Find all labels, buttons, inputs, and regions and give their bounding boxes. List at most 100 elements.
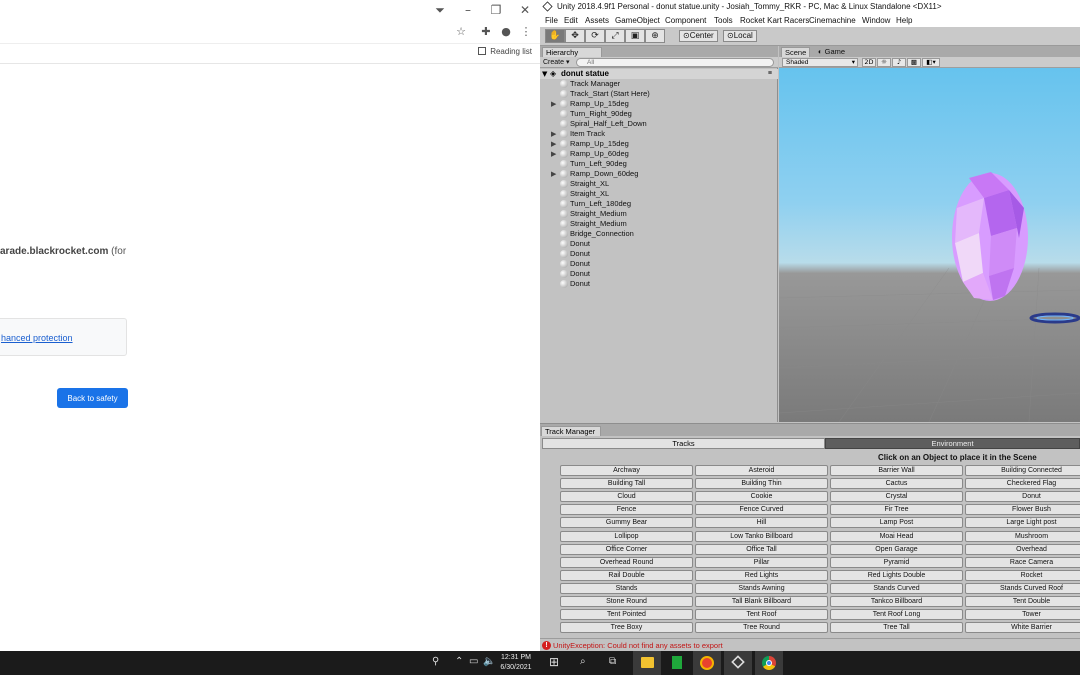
scene-options-icon[interactable]: ≡: [768, 69, 772, 79]
object-button-hill[interactable]: Hill: [695, 517, 828, 529]
expand-arrow-icon[interactable]: ▶: [551, 169, 556, 179]
menu-tools[interactable]: Tools: [714, 16, 733, 25]
hierarchy-item[interactable]: ▶ Ramp_Up_15deg: [540, 99, 778, 109]
console-error-message[interactable]: UnityException: Could not find any asset…: [553, 641, 723, 650]
profile-dropdown-icon[interactable]: ⏷: [432, 2, 448, 18]
object-button-tent-roof[interactable]: Tent Roof: [695, 609, 828, 621]
pivot-local-button[interactable]: ⊙Local: [723, 30, 757, 42]
menu-file[interactable]: File: [545, 16, 558, 25]
object-button-tankco-billboard[interactable]: Tankco Billboard: [830, 596, 963, 607]
hand-tool-icon[interactable]: ✋: [545, 29, 565, 43]
object-button-office-corner[interactable]: Office Corner: [560, 543, 693, 555]
reading-list-button[interactable]: Reading list: [478, 47, 532, 56]
hierarchy-item[interactable]: Track Manager: [540, 79, 778, 89]
rect-tool-icon[interactable]: ▣: [625, 29, 645, 43]
bookmark-star-icon[interactable]: ☆: [453, 24, 469, 40]
tray-overflow-icon[interactable]: ⌃: [455, 656, 463, 667]
object-button-fence[interactable]: Fence: [560, 504, 693, 516]
object-button-cactus[interactable]: Cactus: [830, 478, 963, 490]
minimize-icon[interactable]: –: [460, 2, 476, 18]
hierarchy-item[interactable]: Turn_Left_90deg: [540, 159, 778, 169]
object-button-tree-tall[interactable]: Tree Tall: [830, 622, 963, 634]
object-button-stands-curved[interactable]: Stands Curved: [830, 582, 963, 594]
enhanced-protection-link[interactable]: hanced protection: [1, 333, 73, 343]
hierarchy-item[interactable]: Straight_Medium: [540, 209, 778, 219]
object-button-building-thin[interactable]: Building Thin: [695, 478, 828, 490]
object-button-building-tall[interactable]: Building Tall: [560, 478, 693, 490]
menu-component[interactable]: Component: [665, 16, 706, 25]
task-view-icon[interactable]: ⧉: [609, 656, 616, 667]
object-button-crystal[interactable]: Crystal: [830, 491, 963, 503]
object-button-cloud[interactable]: Cloud: [560, 491, 693, 503]
object-button-pyramid[interactable]: Pyramid: [830, 556, 963, 568]
tab-scene[interactable]: Scene: [781, 47, 811, 57]
hierarchy-item[interactable]: Straight_XL: [540, 179, 778, 189]
object-button-low-tanko-billboard[interactable]: Low Tanko Billboard: [695, 530, 828, 542]
menu-rocket-kart-racers[interactable]: Rocket Kart Racers: [740, 16, 809, 25]
hierarchy-item[interactable]: Track_Start (Start Here): [540, 89, 778, 99]
object-button-red-lights[interactable]: Red Lights: [695, 569, 828, 581]
object-button-stone-round[interactable]: Stone Round: [560, 596, 693, 607]
hierarchy-item[interactable]: Straight_XL: [540, 189, 778, 199]
toggle-2d-button[interactable]: 2D: [862, 58, 876, 67]
restore-icon[interactable]: ❐: [488, 2, 504, 18]
hierarchy-search-input[interactable]: All: [576, 58, 774, 67]
expand-arrow-icon[interactable]: ▼: [542, 69, 547, 79]
hierarchy-item[interactable]: Donut: [540, 239, 778, 249]
close-icon[interactable]: ✕: [517, 2, 533, 18]
hierarchy-scene-root[interactable]: ▼ ◈ donut statue ≡: [540, 69, 778, 79]
transform-tool-icon[interactable]: ⊕: [645, 29, 665, 43]
menu-cinemachine[interactable]: Cinemachine: [809, 16, 856, 25]
object-button-tent-double[interactable]: Tent Double: [965, 596, 1080, 607]
object-button-overhead-round[interactable]: Overhead Round: [560, 556, 693, 568]
hierarchy-create-button[interactable]: Create ▾: [543, 58, 569, 66]
menu-edit[interactable]: Edit: [564, 16, 578, 25]
object-button-pillar[interactable]: Pillar: [695, 556, 828, 568]
object-button-mushroom[interactable]: Mushroom: [965, 530, 1080, 542]
object-button-overhead[interactable]: Overhead: [965, 543, 1080, 555]
tab-environment[interactable]: Environment: [825, 438, 1080, 449]
hierarchy-item[interactable]: Turn_Right_90deg: [540, 109, 778, 119]
object-button-fir-tree[interactable]: Fir Tree: [830, 504, 963, 516]
object-button-white-barrier[interactable]: White Barrier: [965, 622, 1080, 634]
hierarchy-item[interactable]: Donut: [540, 279, 778, 289]
object-button-large-light-post[interactable]: Large Light post: [965, 517, 1080, 529]
expand-arrow-icon[interactable]: ▶: [551, 129, 556, 139]
object-button-lamp-post[interactable]: Lamp Post: [830, 517, 963, 529]
gizmo-visibility-icon[interactable]: ◧▾: [922, 58, 940, 67]
hierarchy-item[interactable]: Donut: [540, 259, 778, 269]
start-windows-icon[interactable]: ⊞: [549, 655, 559, 669]
hierarchy-item[interactable]: Donut: [540, 249, 778, 259]
object-button-moai-head[interactable]: Moai Head: [830, 530, 963, 542]
menu-window[interactable]: Window: [862, 16, 890, 25]
hierarchy-item[interactable]: Donut: [540, 269, 778, 279]
hierarchy-item[interactable]: Straight_Medium: [540, 219, 778, 229]
move-tool-icon[interactable]: ✥: [565, 29, 585, 43]
lighting-toggle-icon[interactable]: ☼: [877, 58, 891, 67]
taskbar-clock[interactable]: 12:31 PM 6/30/2021: [496, 653, 536, 673]
hierarchy-item[interactable]: Turn_Left_180deg: [540, 199, 778, 209]
object-button-archway[interactable]: Archway: [560, 465, 693, 476]
object-button-rocket[interactable]: Rocket: [965, 569, 1080, 581]
profile-avatar-icon[interactable]: ●: [498, 24, 514, 40]
object-button-office-tall[interactable]: Office Tall: [695, 543, 828, 555]
extensions-icon[interactable]: ✚: [478, 24, 494, 40]
pivot-center-button[interactable]: ⊙Center: [679, 30, 718, 42]
audio-toggle-icon[interactable]: ♪: [892, 58, 906, 67]
menu-assets[interactable]: Assets: [585, 16, 609, 25]
object-button-tree-boxy[interactable]: Tree Boxy: [560, 622, 693, 634]
object-button-cookie[interactable]: Cookie: [695, 491, 828, 503]
object-button-barrier-wall[interactable]: Barrier Wall: [830, 465, 963, 476]
object-button-tall-blank-billboard[interactable]: Tall Blank Billboard: [695, 596, 828, 607]
object-button-tower[interactable]: Tower: [965, 609, 1080, 621]
object-button-tent-pointed[interactable]: Tent Pointed: [560, 609, 693, 621]
rotate-tool-icon[interactable]: ⟳: [585, 29, 605, 43]
object-button-race-camera[interactable]: Race Camera: [965, 556, 1080, 568]
object-button-tree-round[interactable]: Tree Round: [695, 622, 828, 634]
scene-viewport[interactable]: [779, 68, 1080, 422]
object-button-asteroid[interactable]: Asteroid: [695, 465, 828, 476]
object-button-gummy-bear[interactable]: Gummy Bear: [560, 517, 693, 529]
taskbar-file-explorer[interactable]: [633, 651, 661, 675]
taskbar-chrome[interactable]: [755, 651, 783, 675]
object-button-stands-curved-roof[interactable]: Stands Curved Roof: [965, 582, 1080, 594]
